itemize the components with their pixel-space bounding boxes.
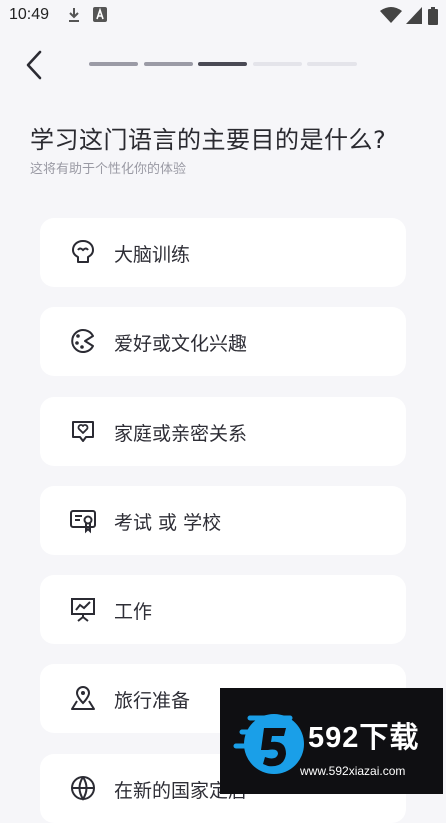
- status-bar: 10:49: [0, 0, 446, 32]
- option-label: 考试 或 学校: [114, 512, 222, 534]
- palette-icon: [71, 329, 94, 353]
- progress-step-2: [144, 62, 193, 66]
- app-notification-icon: [93, 7, 107, 22]
- certificate-icon: [70, 510, 96, 534]
- status-time: 10:49: [9, 6, 50, 23]
- watermark-brand: 592下载: [308, 722, 420, 754]
- brain-icon: [72, 240, 94, 263]
- signal-icon: [406, 7, 422, 24]
- option-label: 大脑训练: [114, 244, 191, 266]
- progress-step-3: [198, 62, 247, 66]
- option-work[interactable]: 工作: [40, 575, 406, 644]
- option-hobby-culture[interactable]: 爱好或文化兴趣: [40, 307, 406, 376]
- option-label: 旅行准备: [114, 690, 191, 712]
- progress-step-1: [89, 62, 138, 66]
- watermark-5-icon: [233, 714, 304, 774]
- option-exam-school[interactable]: 考试 或 学校: [40, 486, 406, 555]
- globe-icon: [71, 776, 95, 801]
- option-label: 爱好或文化兴趣: [114, 333, 248, 355]
- progress-indicator: [89, 62, 357, 66]
- option-label: 家庭或亲密关系: [114, 423, 248, 445]
- page-subtitle: 这将有助于个性化你的体验: [30, 162, 187, 177]
- back-button[interactable]: [18, 48, 52, 82]
- option-brain-training[interactable]: 大脑训练: [40, 218, 406, 287]
- map-pin-icon: [71, 685, 95, 710]
- watermark-logo: 592下载 www.592xiazai.com: [220, 688, 443, 794]
- wifi-icon: [380, 7, 402, 23]
- progress-step-4: [253, 62, 302, 66]
- download-icon: [69, 8, 79, 22]
- progress-step-5: [307, 62, 357, 66]
- heart-chat-icon: [72, 421, 94, 442]
- option-label: 工作: [114, 601, 153, 623]
- watermark-url: www.592xiazai.com: [300, 764, 406, 778]
- battery-icon: [428, 7, 438, 25]
- page-title: 学习这门语言的主要目的是什么?: [30, 126, 387, 154]
- option-family-relationship[interactable]: 家庭或亲密关系: [40, 397, 406, 466]
- presentation-chart-icon: [71, 598, 95, 622]
